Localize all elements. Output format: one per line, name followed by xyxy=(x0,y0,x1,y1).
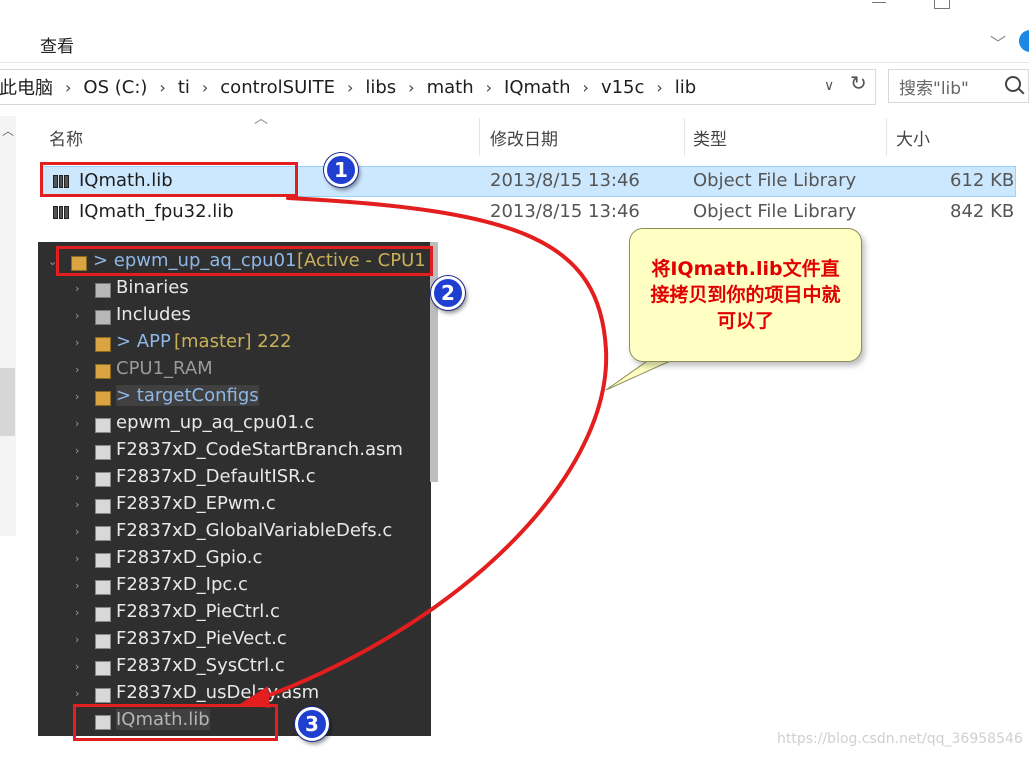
step-badge-1: 1 xyxy=(324,153,358,187)
step-badge-2: 2 xyxy=(431,276,465,310)
highlight-box-source-file xyxy=(40,162,298,197)
highlight-box-project xyxy=(56,246,433,276)
step-badge-3: 3 xyxy=(295,707,329,741)
highlight-box-copied-file xyxy=(73,704,278,741)
copy-arrow-annotation xyxy=(240,196,691,708)
watermark: https://blog.csdn.net/qq_36958546 xyxy=(777,731,1023,747)
callout-text: 将IQmath.lib文件直接拷贝到你的项目中就可以了 xyxy=(650,258,841,332)
instruction-callout: 将IQmath.lib文件直接拷贝到你的项目中就可以了 xyxy=(629,228,862,362)
